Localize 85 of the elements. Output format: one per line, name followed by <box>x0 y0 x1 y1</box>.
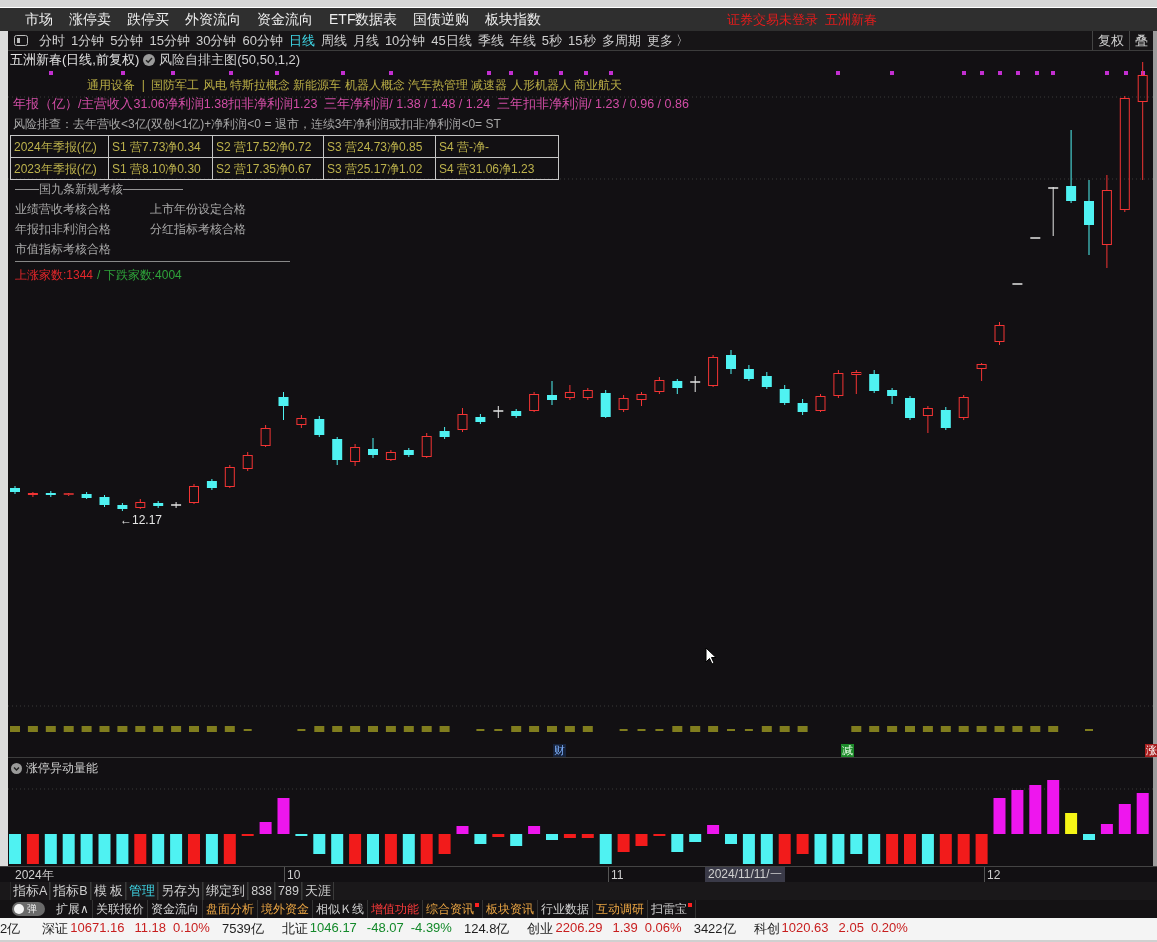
market-name: 北证 <box>281 920 308 938</box>
percent-change: -4.39% <box>410 920 452 937</box>
index-value: 2206.29 <box>555 920 603 937</box>
risk-check-text: 风险排查：去年营收<3亿(双创<1亿)+净利润<0 = 退市，连续3年净利润或扣非净利润<0= ST <box>13 116 501 132</box>
period-tab[interactable]: 周线 <box>320 31 347 50</box>
login-status: 证券交易未登录 五洲新春 <box>726 10 877 29</box>
indicator-name: 风险自排主图(50,50,1,2) <box>159 52 301 68</box>
period-tab[interactable]: 多周期 <box>601 31 641 50</box>
period-tab[interactable]: 更多 〉 <box>646 31 690 50</box>
period-tab[interactable]: 30分钟 <box>195 31 237 50</box>
percent-change: 0.10% <box>173 920 210 937</box>
axis-label: 12 <box>987 868 1001 882</box>
axis-label: 11 <box>611 868 624 882</box>
assessment-result: 分红指标考核合格 <box>150 221 247 237</box>
period-tab[interactable]: 10分钟 <box>384 31 426 50</box>
annual-report-text: 年报（亿）/主营收入31.06净利润1.38扣非净利润1.23 三年净利润/ 1.38 / 1.48 / 1.24 三年扣非净利润/ 1.23 / 0.96 / 0.86 <box>13 96 689 112</box>
assessment-result: 市值指标考核合格 <box>15 241 112 257</box>
menu-item[interactable]: 外资流向 <box>185 10 241 29</box>
period-tab[interactable]: 1分钟 <box>71 31 105 50</box>
market-name: 创业 <box>527 920 554 938</box>
panel-toggle-icon[interactable] <box>14 35 28 46</box>
event-marker: 减 <box>841 744 854 757</box>
table-cell: S3 营25.17净1.02 <box>323 157 436 180</box>
toolbar-button[interactable]: 复权 <box>1092 31 1129 50</box>
period-tab[interactable]: 年线 <box>509 31 536 50</box>
period-tab[interactable]: 45日线 <box>431 31 472 50</box>
menu-item[interactable]: 资金流向 <box>257 10 313 29</box>
menu-item[interactable]: 国债逆购 <box>413 10 470 29</box>
table-cell: S1 营8.10净0.30 <box>108 157 213 180</box>
check-circle-icon[interactable] <box>143 54 156 66</box>
turnover-value: 2亿 <box>0 920 21 938</box>
period-tab[interactable]: 日线 <box>288 31 315 50</box>
turnover-value: 124.8亿 <box>463 920 510 938</box>
period-tab[interactable]: 季线 <box>477 31 504 50</box>
index-value: 1020.63 <box>781 920 829 937</box>
index-value: 10671.16 <box>70 920 125 937</box>
table-cell: S2 营17.52净0.72 <box>212 135 324 158</box>
menu-item[interactable]: 板块指数 <box>485 10 542 29</box>
table-cell: S4 营31.06净1.23 <box>435 157 559 180</box>
table-cell: 2023年季报(亿) <box>10 157 109 180</box>
change-value: 2.05 <box>838 920 864 937</box>
period-tab[interactable]: 5秒 <box>541 31 563 50</box>
change-value: 11.18 <box>134 920 167 937</box>
mouse-pointer-icon <box>705 647 717 665</box>
decliners-count: / 下跌家数:4004 <box>97 267 182 283</box>
axis-label: 10 <box>287 868 301 882</box>
concept-tags: 通用设备 | 国防军工 风电 特斯拉概念 新能源车 机器人概念 汽车热管理 减速器 人形机器人 商业航天 <box>87 77 623 93</box>
menu-item[interactable]: 市场 <box>25 10 53 29</box>
change-value: 1.39 <box>612 920 638 937</box>
axis-label: 2024年 <box>15 868 54 882</box>
turnover-value: 3422亿 <box>693 920 736 938</box>
percent-change: 0.06% <box>644 920 682 937</box>
assessment-result: 业绩营收考核合格 <box>15 201 112 217</box>
advancers-count: 上涨家数:1344 <box>15 267 94 283</box>
table-cell: S4 营-净- <box>435 135 559 158</box>
market-name: 科创 <box>753 920 780 938</box>
table-cell: S2 营17.35净0.67 <box>212 157 324 180</box>
period-tab[interactable]: 5分钟 <box>110 31 144 50</box>
percent-change: 0.20% <box>870 920 908 937</box>
event-marker: 财 <box>553 744 566 757</box>
cursor-date-label: 2024/11/11/一 <box>705 867 785 882</box>
market-name: 深证 <box>42 920 69 938</box>
table-cell: S3 营24.73净0.85 <box>323 135 436 158</box>
menu-item[interactable]: 跌停买 <box>127 10 169 29</box>
assessment-result: 上市年份设定合格 <box>150 201 247 217</box>
period-tab[interactable]: 15分钟 <box>149 31 190 50</box>
period-tab[interactable]: 15秒 <box>568 31 596 50</box>
low-price-label: ←12.17 <box>120 513 163 527</box>
index-value: 1046.17 <box>309 920 357 937</box>
toggle-switch[interactable]: 弹 <box>12 902 45 916</box>
menu-item[interactable]: ETF数据表 <box>329 10 398 29</box>
sub-chart-title: 涨停异动量能 <box>26 760 98 777</box>
table-cell: S1 营7.73净0.34 <box>108 135 213 158</box>
chevron-down-icon[interactable] <box>11 763 22 774</box>
assessment-heading: ——国九条新规考核————— <box>15 181 183 197</box>
menu-item[interactable]: 涨停卖 <box>69 10 111 29</box>
period-tab[interactable]: 分时 <box>39 31 65 50</box>
period-tab[interactable]: 月线 <box>352 31 379 50</box>
chart-title: 五洲新春(日线,前复权) <box>10 52 140 68</box>
change-value: -48.07 <box>366 920 404 937</box>
period-tab[interactable]: 60分钟 <box>242 31 283 50</box>
table-cell: 2024年季报(亿) <box>10 135 109 158</box>
turnover-value: 7539亿 <box>221 920 264 938</box>
event-marker: 涨 <box>1145 744 1157 757</box>
assessment-result: 年报扣非利润合格 <box>15 221 112 237</box>
